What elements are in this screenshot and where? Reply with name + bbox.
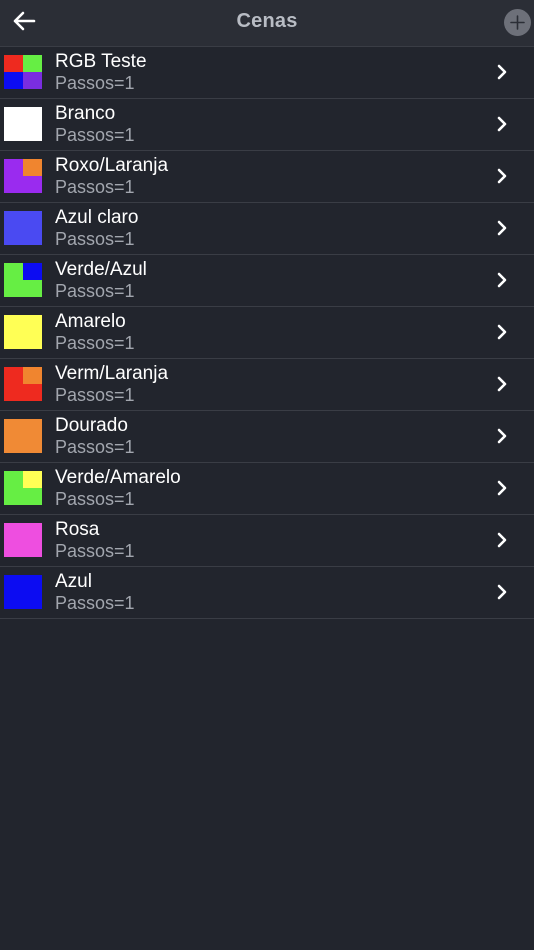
scene-color-swatch: [4, 211, 42, 245]
scene-row[interactable]: Roxo/Laranja Passos=1: [0, 151, 534, 203]
swatch-fill: [4, 523, 42, 557]
swatch-quadrant: [4, 72, 23, 89]
chevron-right-icon: [497, 116, 507, 132]
scene-color-swatch: [4, 419, 42, 453]
swatch-fill: [4, 575, 42, 609]
scene-name: Azul: [55, 571, 92, 592]
scene-row[interactable]: Amarelo Passos=1: [0, 307, 534, 359]
scene-name: RGB Teste: [55, 51, 147, 72]
swatch-corner: [23, 471, 42, 488]
swatch-corner: [23, 367, 42, 384]
chevron-right-icon: [497, 428, 507, 444]
scene-color-swatch: [4, 315, 42, 349]
swatch-fill: [4, 211, 42, 245]
page-title: Cenas: [236, 10, 298, 32]
scene-steps: Passos=1: [55, 229, 135, 249]
scene-name: Rosa: [55, 519, 100, 540]
scene-row[interactable]: Verm/Laranja Passos=1: [0, 359, 534, 411]
scene-color-swatch: [4, 367, 42, 401]
chevron-right-icon: [497, 584, 507, 600]
swatch-quadrant: [23, 72, 42, 89]
scene-steps: Passos=1: [55, 125, 135, 145]
swatch-fill: [4, 315, 42, 349]
scene-steps: Passos=1: [55, 333, 135, 353]
scene-name: Verde/Azul: [55, 259, 147, 280]
scene-steps: Passos=1: [55, 73, 135, 93]
swatch-fill: [4, 107, 42, 141]
chevron-right-icon: [497, 376, 507, 392]
chevron-right-icon: [497, 532, 507, 548]
swatch-corner: [23, 263, 42, 280]
scene-steps: Passos=1: [55, 489, 135, 509]
scene-list: RGB Teste Passos=1 Branco Passos=1 Roxo/Lara…: [0, 47, 534, 619]
scene-color-swatch: [4, 107, 42, 141]
scene-row[interactable]: Dourado Passos=1: [0, 411, 534, 463]
chevron-right-icon: [497, 220, 507, 236]
chevron-right-icon: [497, 64, 507, 80]
scene-name: Amarelo: [55, 311, 126, 332]
chevron-right-icon: [497, 168, 507, 184]
swatch-corner: [23, 159, 42, 176]
navigation-bar: Cenas: [0, 0, 534, 47]
scene-steps: Passos=1: [55, 385, 135, 405]
scene-color-swatch: [4, 471, 42, 505]
swatch-quadrant: [23, 55, 42, 72]
scene-color-swatch: [4, 159, 42, 193]
scene-steps: Passos=1: [55, 281, 135, 301]
scene-row[interactable]: Verde/Azul Passos=1: [0, 255, 534, 307]
scene-row[interactable]: Azul Passos=1: [0, 567, 534, 619]
scene-name: Azul claro: [55, 207, 139, 228]
plus-icon: [510, 15, 525, 30]
scene-row[interactable]: Verde/Amarelo Passos=1: [0, 463, 534, 515]
swatch-quadrant: [4, 55, 23, 72]
scenes-screen: Cenas RGB Teste Passos=1 Branco Passos=1 Rox…: [0, 0, 534, 950]
chevron-right-icon: [497, 272, 507, 288]
scene-steps: Passos=1: [55, 437, 135, 457]
scene-steps: Passos=1: [55, 177, 135, 197]
add-scene-button[interactable]: [504, 9, 531, 36]
scene-name: Verm/Laranja: [55, 363, 169, 384]
chevron-right-icon: [497, 324, 507, 340]
scene-name: Dourado: [55, 415, 128, 436]
scene-color-swatch: [4, 523, 42, 557]
scene-color-swatch: [4, 575, 42, 609]
scene-color-swatch: [4, 55, 42, 89]
scene-row[interactable]: Azul claro Passos=1: [0, 203, 534, 255]
swatch-fill: [4, 419, 42, 453]
scene-row[interactable]: RGB Teste Passos=1: [0, 47, 534, 99]
scene-steps: Passos=1: [55, 593, 135, 613]
scene-row[interactable]: Rosa Passos=1: [0, 515, 534, 567]
scene-color-swatch: [4, 263, 42, 297]
chevron-right-icon: [497, 480, 507, 496]
scene-name: Roxo/Laranja: [55, 155, 169, 176]
scene-steps: Passos=1: [55, 541, 135, 561]
scene-name: Verde/Amarelo: [55, 467, 181, 488]
scene-row[interactable]: Branco Passos=1: [0, 99, 534, 151]
scene-name: Branco: [55, 103, 116, 124]
